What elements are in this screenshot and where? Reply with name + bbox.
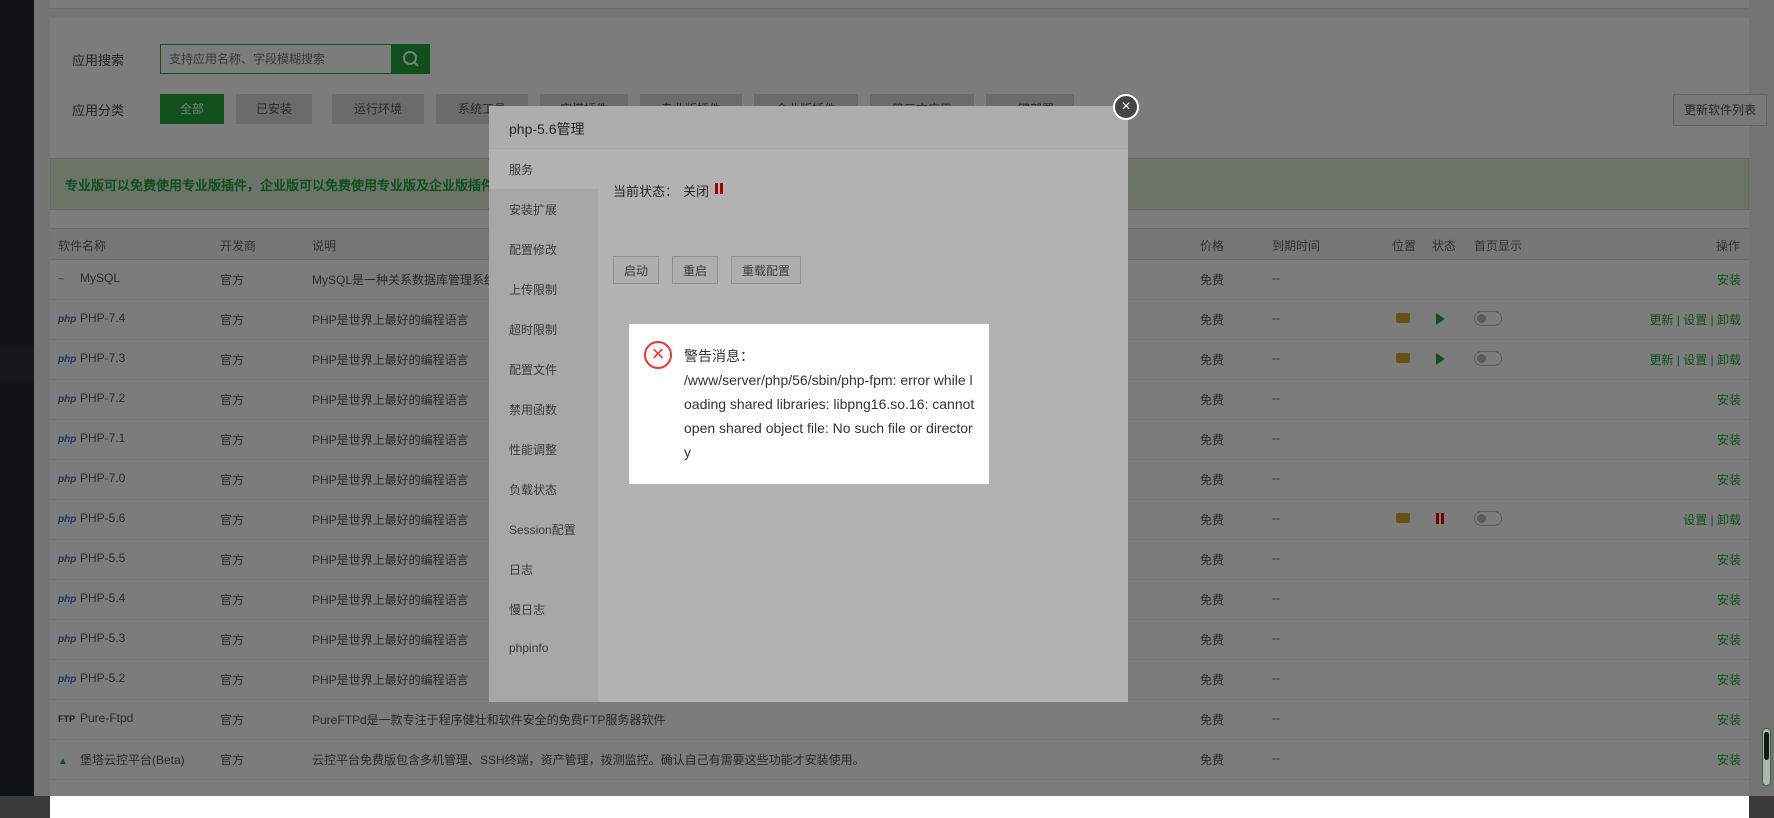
- alert-message: 警告消息： /www/server/php/56/sbin/php-fpm: e…: [684, 344, 976, 464]
- error-icon: ×: [644, 341, 672, 369]
- alert-body: /www/server/php/56/sbin/php-fpm: error w…: [684, 372, 975, 460]
- alert-title: 警告消息：: [684, 348, 754, 364]
- close-icon: ×: [1121, 98, 1131, 115]
- dialog-close-button[interactable]: ×: [1113, 94, 1139, 120]
- warning-alert: × 警告消息： /www/server/php/56/sbin/php-fpm:…: [629, 324, 989, 484]
